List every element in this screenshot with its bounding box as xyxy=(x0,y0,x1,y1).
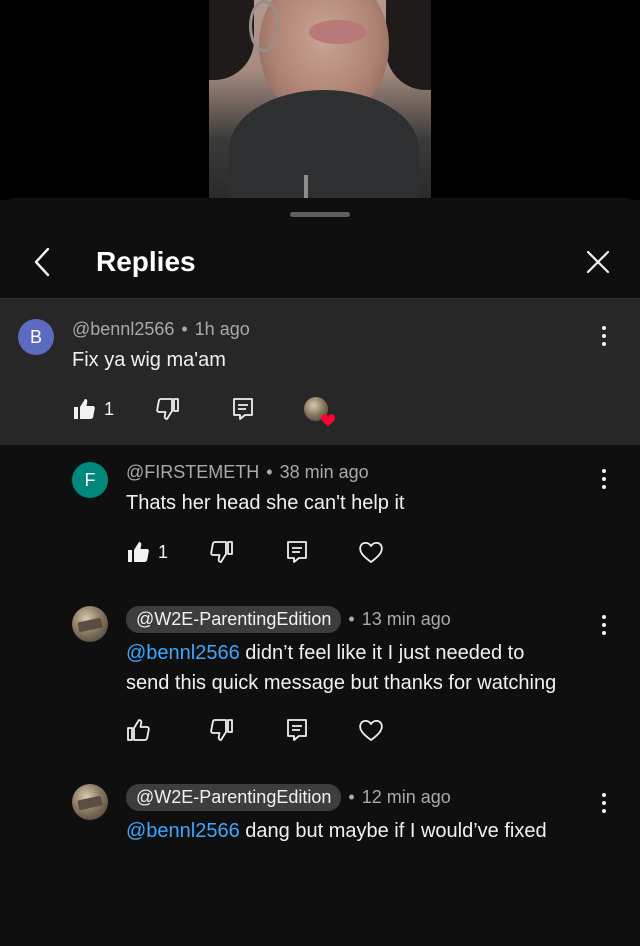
close-button[interactable] xyxy=(580,244,616,280)
dislike-button[interactable] xyxy=(156,393,180,425)
video-player[interactable] xyxy=(0,0,640,200)
like-count: 1 xyxy=(158,541,169,562)
comment-meta: @W2E-ParentingEdition • 12 min ago xyxy=(126,784,451,811)
comment-body-line1: didn’t feel like it I just needed to xyxy=(239,642,525,664)
comment-actions: 1 xyxy=(126,536,406,568)
more-options-button[interactable] xyxy=(594,788,614,818)
avatar[interactable]: B xyxy=(18,319,54,355)
author-name[interactable]: @bennl2566 xyxy=(72,319,174,340)
more-options-button[interactable] xyxy=(594,610,614,640)
author-name[interactable]: @FIRSTEMETH xyxy=(126,462,259,483)
dislike-button[interactable] xyxy=(210,714,234,746)
avatar-letter: F xyxy=(84,469,96,490)
mention-link[interactable]: @bennl2566 xyxy=(126,820,240,842)
like-count: 1 xyxy=(104,398,115,419)
comment-body: Fix ya wig ma'am xyxy=(72,349,226,371)
heart-outline-icon xyxy=(359,541,383,563)
thumbs-up-icon xyxy=(127,719,150,741)
chevron-left-icon xyxy=(34,247,50,277)
separator-dot: • xyxy=(181,319,188,339)
video-content-jacket xyxy=(229,90,419,200)
comment-body-line2: send this quick message but thanks for w… xyxy=(126,672,557,694)
video-content-hair xyxy=(386,0,431,90)
dot xyxy=(602,485,606,489)
comment-body: Thats her head she can't help it xyxy=(126,492,405,514)
thumbs-up-filled-icon xyxy=(128,542,149,562)
creator-author-chip[interactable]: @W2E-ParentingEdition xyxy=(126,606,342,633)
panel-title: Replies xyxy=(96,246,196,277)
comment-actions xyxy=(126,914,406,946)
thumbs-down-icon xyxy=(210,541,233,563)
comment-text: @bennl2566 didn’t feel like it I just ne… xyxy=(126,638,616,698)
thumbs-down-icon xyxy=(210,719,233,741)
thumbs-down-icon xyxy=(156,398,179,420)
reply-comment: @W2E-ParentingEdition • 13 min ago @benn… xyxy=(0,602,640,772)
video-content xyxy=(209,0,254,80)
comment-actions xyxy=(126,714,406,746)
dot xyxy=(602,631,606,635)
parent-comment: B @bennl2566 • 1h ago Fix ya wig ma'am 1 xyxy=(0,299,640,445)
avatar[interactable]: F xyxy=(72,462,108,498)
reply-comment: @W2E-ParentingEdition • 12 min ago @benn… xyxy=(0,780,640,860)
video-content-zip xyxy=(304,175,308,200)
back-button[interactable] xyxy=(24,242,60,282)
like-button[interactable]: 1 xyxy=(126,536,168,568)
heart-icon xyxy=(321,414,335,426)
dot xyxy=(602,342,606,346)
comment-actions: 1 xyxy=(72,393,352,426)
dislike-button[interactable] xyxy=(210,536,234,568)
creator-heart-badge xyxy=(304,393,335,426)
dot xyxy=(602,623,606,627)
reply-button[interactable] xyxy=(232,393,254,425)
creator-author-chip[interactable]: @W2E-ParentingEdition xyxy=(126,784,342,811)
close-icon xyxy=(586,250,610,274)
heart-outline-icon xyxy=(359,719,383,741)
comment-icon xyxy=(287,541,307,563)
thumbs-up-filled-icon xyxy=(74,399,95,419)
dot xyxy=(602,801,606,805)
comment-icon xyxy=(233,398,253,420)
more-options-button[interactable] xyxy=(594,321,614,351)
separator-dot: • xyxy=(348,787,355,807)
mention-link[interactable]: @bennl2566 xyxy=(126,642,240,664)
more-options-button[interactable] xyxy=(594,464,614,494)
dot xyxy=(602,334,606,338)
comment-meta: @FIRSTEMETH • 38 min ago xyxy=(126,462,369,483)
comment-text: Fix ya wig ma'am xyxy=(72,345,226,375)
dot xyxy=(602,793,606,797)
dot xyxy=(602,326,606,330)
creator-avatar xyxy=(304,397,335,426)
video-content-lips xyxy=(309,20,367,44)
timestamp: 38 min ago xyxy=(279,462,369,482)
reply-button[interactable] xyxy=(286,714,308,746)
heart-button[interactable] xyxy=(358,714,384,746)
dot xyxy=(602,469,606,473)
avatar-letter: B xyxy=(29,326,42,347)
comment-text: Thats her head she can't help it xyxy=(126,488,404,518)
timestamp: 1h ago xyxy=(194,319,250,339)
separator-dot: • xyxy=(348,609,355,629)
heart-button[interactable] xyxy=(358,536,384,568)
like-button[interactable]: 1 xyxy=(72,393,114,425)
comment-meta: @W2E-ParentingEdition • 13 min ago xyxy=(126,606,451,633)
video-frame[interactable] xyxy=(209,0,431,200)
dot xyxy=(602,477,606,481)
timestamp: 12 min ago xyxy=(361,787,451,807)
dot xyxy=(602,809,606,813)
reply-button[interactable] xyxy=(286,536,308,568)
reply-comment: F @FIRSTEMETH • 38 min ago Thats her hea… xyxy=(0,456,640,586)
comment-body-line1: dang but maybe if I would’ve fixed xyxy=(239,820,547,842)
dot xyxy=(602,615,606,619)
avatar[interactable] xyxy=(72,606,108,642)
timestamp: 13 min ago xyxy=(361,609,451,629)
drag-handle[interactable] xyxy=(290,212,350,217)
replies-panel: Replies B @bennl2566 • 1h ago Fix ya wig… xyxy=(0,198,640,858)
comment-text: @bennl2566 dang but maybe if I would’ve … xyxy=(126,816,616,846)
comment-icon xyxy=(287,719,307,741)
comment-meta: @bennl2566 • 1h ago xyxy=(72,319,250,340)
avatar[interactable] xyxy=(72,784,108,820)
like-button[interactable] xyxy=(126,714,150,746)
separator-dot: • xyxy=(266,462,273,482)
video-content-earring xyxy=(249,0,279,52)
